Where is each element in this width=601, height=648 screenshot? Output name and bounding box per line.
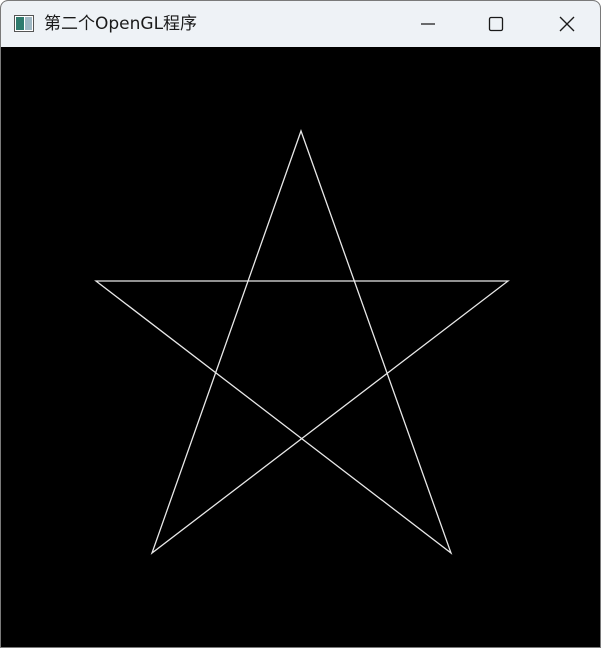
title-bar[interactable]: 第二个OpenGL程序 — [1, 1, 600, 47]
opengl-canvas[interactable] — [1, 47, 600, 647]
maximize-icon — [488, 16, 504, 32]
close-icon — [559, 16, 575, 32]
app-window-icon — [14, 15, 34, 32]
window-title: 第二个OpenGL程序 — [44, 14, 198, 34]
star-drawing — [94, 129, 510, 555]
maximize-button[interactable] — [461, 1, 531, 47]
star-outline — [94, 129, 510, 555]
app-window: 第二个OpenGL程序 — [0, 0, 601, 648]
minimize-icon — [421, 23, 435, 25]
minimize-button[interactable] — [393, 1, 463, 47]
close-button[interactable] — [532, 1, 600, 47]
